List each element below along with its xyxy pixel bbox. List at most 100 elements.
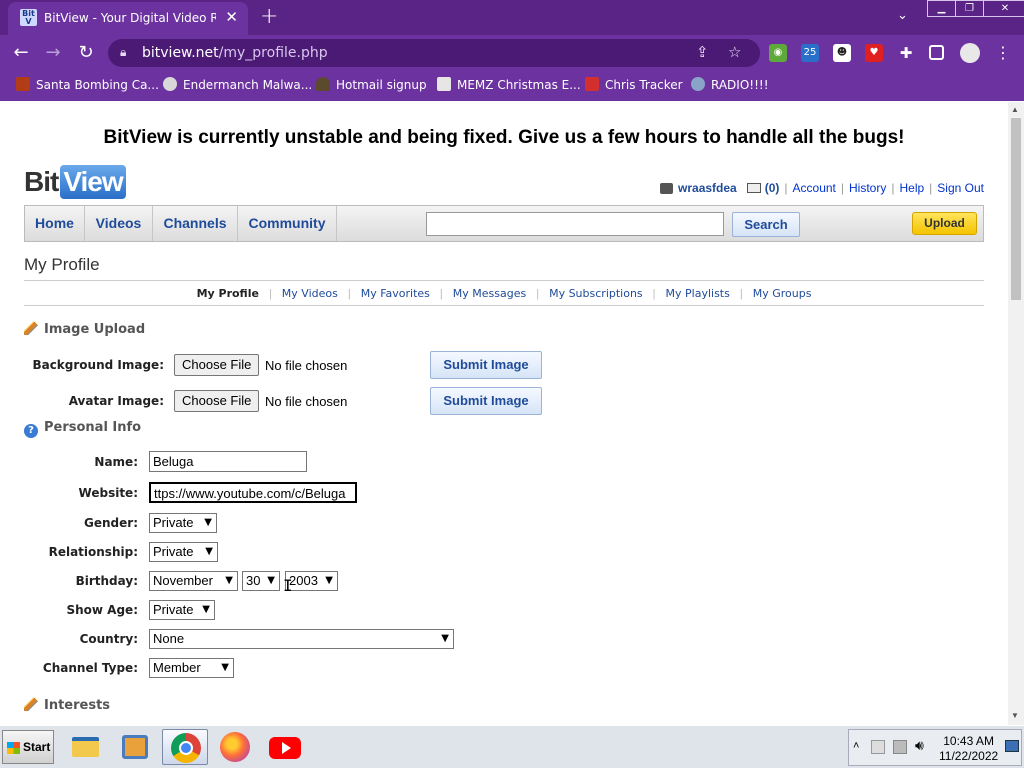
- birthday-month-select[interactable]: November ▼: [149, 571, 238, 591]
- url-text[interactable]: bitview.net/my_profile.php: [142, 45, 328, 61]
- network-icon[interactable]: [893, 740, 907, 754]
- new-tab-icon[interactable]: +: [260, 4, 278, 29]
- submit-background-image-button[interactable]: Submit Image: [430, 351, 542, 379]
- account-link[interactable]: Account: [793, 181, 836, 195]
- minimize-icon[interactable]: ▁: [927, 0, 956, 17]
- action-center-icon[interactable]: [871, 740, 885, 754]
- browser-tab[interactable]: BitV BitView - Your Digital Video Repo ✕: [8, 2, 248, 35]
- nav-channels[interactable]: Channels: [153, 206, 238, 241]
- chevron-down-icon: ▼: [204, 517, 212, 528]
- username-link[interactable]: wraasfdea: [678, 181, 737, 195]
- bookmarks-bar: Santa Bombing Ca... Endermanch Malwa... …: [0, 71, 1024, 101]
- tab-search-chevron-icon[interactable]: ⌄: [897, 8, 908, 23]
- file-explorer-icon[interactable]: [62, 729, 108, 765]
- nav-videos[interactable]: Videos: [85, 206, 153, 241]
- gift-icon: [585, 77, 599, 91]
- upload-button[interactable]: Upload: [912, 212, 977, 235]
- scroll-down-arrow-icon[interactable]: ▼: [1011, 711, 1019, 720]
- website-field[interactable]: ttps://www.youtube.com/c/Beluga: [148, 481, 358, 504]
- media-player-icon[interactable]: [112, 729, 158, 765]
- extension-green-icon[interactable]: ◉: [769, 44, 787, 62]
- extension-heart-icon[interactable]: ♥: [865, 44, 883, 62]
- window-controls: ▁ ❐ ✕: [927, 0, 1024, 18]
- clock-date: 11/22/2022: [939, 749, 999, 763]
- radio-icon: [691, 77, 705, 91]
- tray-clock[interactable]: 10:43 AM 11/22/2022: [939, 734, 998, 764]
- bookmark-item[interactable]: RADIO!!!!: [691, 77, 769, 92]
- volume-icon[interactable]: 🔊︎: [915, 738, 924, 754]
- bookmark-item[interactable]: Endermanch Malwa...: [163, 77, 312, 92]
- relationship-select[interactable]: Private ▼: [149, 542, 218, 562]
- history-link[interactable]: History: [849, 181, 886, 195]
- chevron-down-icon: ▼: [202, 604, 210, 615]
- nav-community[interactable]: Community: [238, 206, 337, 241]
- gender-label: Gender:: [84, 516, 138, 530]
- mail-icon[interactable]: [746, 183, 761, 193]
- bookmark-star-icon[interactable]: ☆: [728, 43, 741, 61]
- message-count[interactable]: (0): [765, 181, 780, 195]
- subnav-my-messages[interactable]: My Messages: [443, 287, 536, 300]
- subnav-my-groups[interactable]: My Groups: [743, 287, 822, 300]
- bitview-logo[interactable]: Bit View: [24, 165, 126, 199]
- extensions-puzzle-icon[interactable]: ✚: [897, 44, 915, 62]
- chevron-down-icon: ▼: [267, 575, 275, 586]
- windows-logo-icon: [7, 742, 20, 754]
- back-arrow-icon[interactable]: ←: [10, 42, 32, 63]
- tray-chevron-up-icon[interactable]: ˄: [853, 740, 859, 752]
- submit-avatar-image-button[interactable]: Submit Image: [430, 387, 542, 415]
- search-input[interactable]: [426, 212, 724, 236]
- browser-menu-icon[interactable]: ⋮: [994, 44, 1012, 62]
- tv-icon: [660, 182, 674, 194]
- chrome-icon[interactable]: [162, 729, 208, 765]
- country-select[interactable]: None ▼: [149, 629, 454, 649]
- extension-ghost-icon[interactable]: ☻: [833, 44, 851, 62]
- reload-icon[interactable]: ↻: [75, 42, 97, 63]
- subnav-my-profile[interactable]: My Profile: [187, 287, 269, 300]
- close-tab-icon[interactable]: ✕: [225, 8, 238, 26]
- close-window-icon[interactable]: ✕: [983, 0, 1024, 17]
- birthday-year-select[interactable]: 2003 ▼: [285, 571, 338, 591]
- firefox-icon[interactable]: [212, 729, 258, 765]
- start-button[interactable]: Start: [2, 730, 54, 764]
- search-button[interactable]: Search: [732, 212, 800, 237]
- name-field[interactable]: Beluga: [149, 451, 307, 472]
- birthday-year-value: 2003: [289, 573, 318, 588]
- nav-home[interactable]: Home: [25, 206, 85, 241]
- side-panel-icon[interactable]: [929, 45, 944, 60]
- chevron-down-icon: ▼: [325, 575, 333, 586]
- background-choose-file-button[interactable]: Choose File: [174, 354, 260, 376]
- separator: |: [784, 181, 788, 195]
- scroll-up-arrow-icon[interactable]: ▲: [1011, 105, 1019, 114]
- bookmark-label: Hotmail signup: [336, 78, 427, 92]
- page-scrollbar[interactable]: ▲ ▼: [1008, 102, 1024, 725]
- show-desktop-icon[interactable]: [1005, 740, 1019, 752]
- profile-avatar-icon[interactable]: [960, 43, 980, 63]
- restore-icon[interactable]: ❐: [955, 0, 984, 17]
- youtube-icon[interactable]: [262, 729, 308, 765]
- share-icon[interactable]: ⇪: [696, 43, 709, 61]
- show-age-select[interactable]: Private ▼: [149, 600, 215, 620]
- gender-select[interactable]: Private ▼: [149, 513, 217, 533]
- extension-calendar-icon[interactable]: 25: [801, 44, 819, 62]
- avatar-choose-file-button[interactable]: Choose File: [174, 390, 260, 412]
- birthday-day-select[interactable]: 30 ▼: [242, 571, 280, 591]
- subnav-my-subscriptions[interactable]: My Subscriptions: [539, 287, 653, 300]
- bookmark-item[interactable]: Santa Bombing Ca...: [16, 77, 159, 92]
- bookmark-item[interactable]: Hotmail signup: [316, 77, 427, 92]
- bookmark-item[interactable]: MEMZ Christmas E...: [437, 77, 581, 92]
- relationship-label: Relationship:: [48, 545, 138, 559]
- address-bar[interactable]: 🔒︎ bitview.net/my_profile.php ⇪ ☆: [108, 39, 760, 67]
- site-banner: BitView is currently unstable and being …: [103, 127, 905, 148]
- subnav-my-playlists[interactable]: My Playlists: [656, 287, 740, 300]
- help-link[interactable]: Help: [899, 181, 924, 195]
- forward-arrow-icon[interactable]: →: [42, 42, 64, 63]
- sign-out-link[interactable]: Sign Out: [937, 181, 984, 195]
- section-title: Personal Info: [44, 420, 142, 435]
- scrollbar-thumb[interactable]: [1011, 118, 1021, 300]
- channel-type-select[interactable]: Member ▼: [149, 658, 234, 678]
- interests-heading: Interests: [24, 697, 110, 713]
- bookmark-item[interactable]: Chris Tracker: [585, 77, 683, 92]
- birthday-month-value: November: [153, 573, 213, 588]
- subnav-my-videos[interactable]: My Videos: [272, 287, 348, 300]
- subnav-my-favorites[interactable]: My Favorites: [351, 287, 440, 300]
